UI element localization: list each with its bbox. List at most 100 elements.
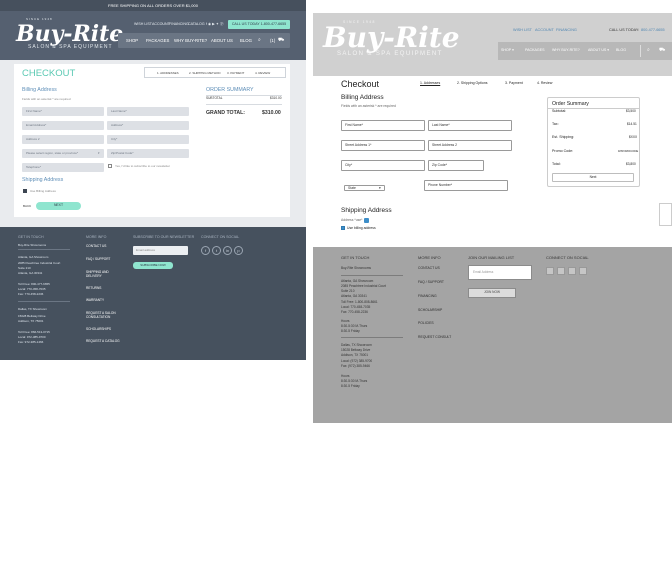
zip-field[interactable]: Zip/Postal Code* (107, 149, 189, 158)
footer-link-financing[interactable]: FINANCING (418, 294, 437, 298)
call-us-number[interactable]: 800-477-6655 (641, 28, 665, 33)
footer-link-returns[interactable]: RETURNS (86, 286, 101, 290)
newsletter-email-input[interactable]: Email address (133, 246, 188, 255)
linkedin-icon[interactable]: in (223, 246, 232, 255)
first-name-field[interactable]: First Name* (22, 107, 104, 116)
step-payment[interactable]: 3. Payment (505, 81, 523, 86)
wish-list-link[interactable]: WISH LIST (513, 28, 532, 33)
nav-about-us[interactable]: ABOUT US ▾ (588, 48, 609, 53)
telephone-placeholder: Telephone* (26, 165, 42, 169)
back-link[interactable]: BACK (23, 205, 31, 208)
footer-link-faq[interactable]: FAQ / SUPPORT (418, 280, 444, 284)
first-name-field[interactable]: First Name* (341, 120, 425, 131)
linkedin-icon[interactable] (568, 267, 576, 275)
footer-link-consult[interactable]: REQUEST CONSULT (418, 335, 451, 339)
region-select[interactable]: Please select region, state or province*… (22, 149, 104, 158)
nav-packages[interactable]: PACKAGES (146, 38, 169, 43)
subscribe-button[interactable]: SUBSCRIBE NOW (133, 262, 173, 269)
search-icon[interactable]: ⌕ (647, 48, 650, 53)
step-shipping[interactable]: 2. SHIPPING METHOD (189, 72, 221, 75)
cart-icon[interactable]: ⛟ (278, 38, 284, 43)
footer-link-shipping[interactable]: SHIPPING AND DELIVERY (86, 270, 118, 278)
tax-value: $14.51 (627, 122, 637, 126)
nav-why-buy-rite[interactable]: WHY BUY-RITE? (552, 48, 580, 53)
street1-field[interactable]: Street Address 1* (341, 140, 425, 151)
city-field[interactable]: City* (107, 135, 189, 144)
hours-line: 8:30-5:30 M-Thurs (341, 324, 368, 328)
footer-link-catalog[interactable]: REQUEST A CATALOG (86, 339, 120, 343)
footer-link-policies[interactable]: POLICIES (418, 321, 434, 325)
wish-list-link[interactable]: WISH LIST (134, 22, 152, 27)
search-icon[interactable]: ⌕ (258, 38, 261, 43)
first-name-placeholder: First Name* (26, 109, 42, 113)
side-tab[interactable] (659, 203, 672, 226)
call-us-button[interactable]: CALL US TODAY 1-800-477-6655 (228, 20, 290, 29)
catalog-link[interactable]: CATALOG (188, 22, 205, 27)
site-logo[interactable]: Buy-Rite (16, 23, 123, 45)
step-review[interactable]: 4. Review (537, 81, 552, 86)
twitter-icon[interactable] (557, 267, 565, 275)
last-name-field[interactable]: Last Name* (428, 120, 512, 131)
footer-divider (341, 275, 403, 276)
nav-why-buy-rite[interactable]: WHY BUY-RITE? (174, 38, 207, 43)
facebook-icon[interactable] (546, 267, 554, 275)
subtotal-value: $310.00 (270, 96, 282, 100)
footer-link-warranty[interactable]: WARRANTY (86, 298, 104, 302)
account-link[interactable]: ACCOUNT (152, 22, 170, 27)
use-billing-checkbox[interactable] (341, 226, 345, 230)
twitter-icon[interactable]: t (212, 246, 221, 255)
next-button[interactable]: Next (552, 173, 634, 182)
financing-link[interactable]: FINANCING (556, 28, 577, 33)
financing-link[interactable]: FINANCING (169, 22, 189, 27)
next-button[interactable]: NEXT (36, 202, 81, 210)
footer-link-consultation[interactable]: REQUEST A SALON CONSULTATION (86, 311, 126, 319)
nav-shop[interactable]: SHOP (126, 38, 138, 43)
join-now-button[interactable]: JOIN NOW (468, 288, 516, 298)
footer-get-in-touch: GET IN TOUCH (341, 255, 370, 260)
email-field[interactable]: Email Address* (22, 121, 104, 130)
nav-blog[interactable]: BLOG (616, 48, 626, 53)
step-addresses[interactable]: 1. ADDRESSES (157, 72, 179, 75)
footer-link-scholarship[interactable]: SCHOLARSHIP (418, 308, 442, 312)
pinterest-icon[interactable] (579, 267, 587, 275)
address2-field[interactable]: Address 2 (22, 135, 104, 144)
nav-about-us[interactable]: ABOUT US (211, 38, 233, 43)
mailing-email-input[interactable]: Email Address (468, 265, 532, 280)
nav-shop[interactable]: SHOP ▾ (501, 48, 514, 53)
nav-packages[interactable]: PACKAGES (525, 48, 545, 53)
telephone-field[interactable]: Telephone* (22, 163, 104, 172)
step-shipping[interactable]: 2. Shipping Options (457, 81, 488, 86)
street2-field[interactable]: Street Address 2 (428, 140, 512, 151)
step-addresses[interactable]: 1. Addresses (420, 81, 440, 86)
hours-line: Hours (341, 319, 350, 323)
city-field[interactable]: City* (341, 160, 425, 171)
atlanta-line: 2085 Peachtree Industrial Court (341, 284, 387, 288)
phone-field[interactable]: Phone Number* (424, 180, 508, 191)
cart-count[interactable]: (1) (270, 38, 275, 43)
zip-field[interactable]: Zip Code* (428, 160, 484, 171)
state-select[interactable]: State ▾ (344, 185, 385, 191)
footer-link-contact[interactable]: CONTACT US (418, 266, 440, 270)
site-logo[interactable]: Buy-Rite (323, 24, 460, 52)
nav-blog[interactable]: BLOG (240, 38, 252, 43)
atlanta-phone: Fax: 770-458-2236 (18, 292, 44, 296)
footer-link-faq[interactable]: FAQ / SUPPORT (86, 257, 110, 261)
use-billing-checkbox[interactable] (23, 189, 27, 193)
required-note: Fields with an asterisk * are required (341, 104, 396, 108)
facebook-icon[interactable]: f (201, 246, 210, 255)
promo-value: 1PROMOCODE (618, 149, 639, 153)
footer-link-contact[interactable]: CONTACT US (86, 244, 106, 248)
last-name-field[interactable]: Last Name* (107, 107, 189, 116)
cart-icon[interactable]: ⛟ (659, 48, 665, 53)
use-billing-label: Use Billing Address (30, 189, 56, 193)
main-nav: SHOP PACKAGES WHY BUY-RITE? ABOUT US BLO… (118, 33, 290, 48)
pinterest-icon[interactable]: p (234, 246, 243, 255)
step-payment[interactable]: 3. PAYMENT (227, 72, 244, 75)
footer-subscribe-title: SUBSCRIBE TO OUR NEWSLETTER (133, 235, 195, 239)
footer-link-scholarships[interactable]: SCHOLARSHIPS (86, 327, 111, 331)
step-review[interactable]: 4. REVIEW (255, 72, 270, 75)
account-link[interactable]: ACCOUNT (535, 28, 554, 33)
address-field[interactable]: Address* (107, 121, 189, 130)
dallas-line: Dallas, TX Showroom (341, 343, 372, 347)
newsletter-checkbox[interactable] (108, 164, 112, 168)
